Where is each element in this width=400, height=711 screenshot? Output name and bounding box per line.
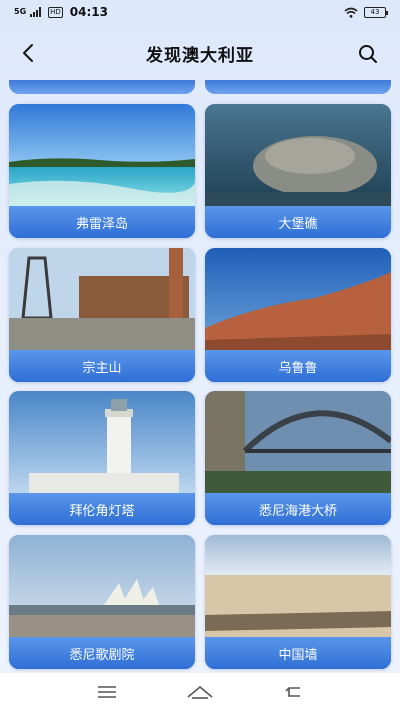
signal-indicator: 5G [14,7,27,16]
place-label: 宗主山 [9,350,195,382]
place-card-fraser-island[interactable]: 弗雷泽岛 [9,104,195,238]
battery-level: 43 [370,8,380,16]
chevron-left-icon [23,44,33,62]
place-image [9,104,195,206]
place-label: 拜伦角灯塔 [9,493,195,525]
place-image [205,535,391,637]
place-image [205,248,391,350]
signal-bars-icon [30,7,42,17]
hd-badge: HD [48,6,63,18]
back-button[interactable] [16,39,40,67]
wifi-icon [344,7,358,18]
place-card-china-wall[interactable]: 中国墙 [205,535,391,669]
place-card-opera-house[interactable]: 悉尼歌剧院 [9,535,195,669]
place-card-byron-lighthouse[interactable]: 拜伦角灯塔 [9,391,195,525]
menu-button[interactable] [92,681,122,703]
place-image [205,104,391,206]
place-image [9,535,195,637]
search-button[interactable] [356,42,380,66]
card-peek-left [9,80,195,94]
place-label: 中国墙 [205,637,391,669]
home-button[interactable] [185,681,215,703]
place-card-mount[interactable]: 宗主山 [9,248,195,382]
place-card-great-barrier-reef[interactable]: 大堡礁 [205,104,391,238]
place-label: 悉尼海港大桥 [205,493,391,525]
app-header: 发现澳大利亚 [0,30,400,76]
back-arrow-icon [285,687,301,697]
place-label: 弗雷泽岛 [9,206,195,238]
card-peek-right [205,80,391,94]
place-image [205,391,391,493]
system-back-button[interactable] [278,681,308,703]
place-label: 乌鲁鲁 [205,350,391,382]
page-title: 发现澳大利亚 [146,45,254,66]
system-navbar [0,673,400,711]
status-bar: 5G HD 04:13 43 [0,0,400,24]
place-image [9,391,195,493]
search-icon [359,45,377,63]
place-card-uluru[interactable]: 乌鲁鲁 [205,248,391,382]
place-card-harbour-bridge[interactable]: 悉尼海港大桥 [205,391,391,525]
places-grid: 弗雷泽岛 大堡礁 宗主山 乌鲁鲁 拜伦角灯塔 悉尼海港大桥 悉尼歌剧院 中国墙 [0,80,400,672]
clock: 04:13 [69,5,108,19]
menu-icon [97,686,116,698]
place-label: 悉尼歌剧院 [9,637,195,669]
place-label: 大堡礁 [205,206,391,238]
home-icon [187,685,213,699]
place-image [9,248,195,350]
battery-icon: 43 [364,6,388,18]
